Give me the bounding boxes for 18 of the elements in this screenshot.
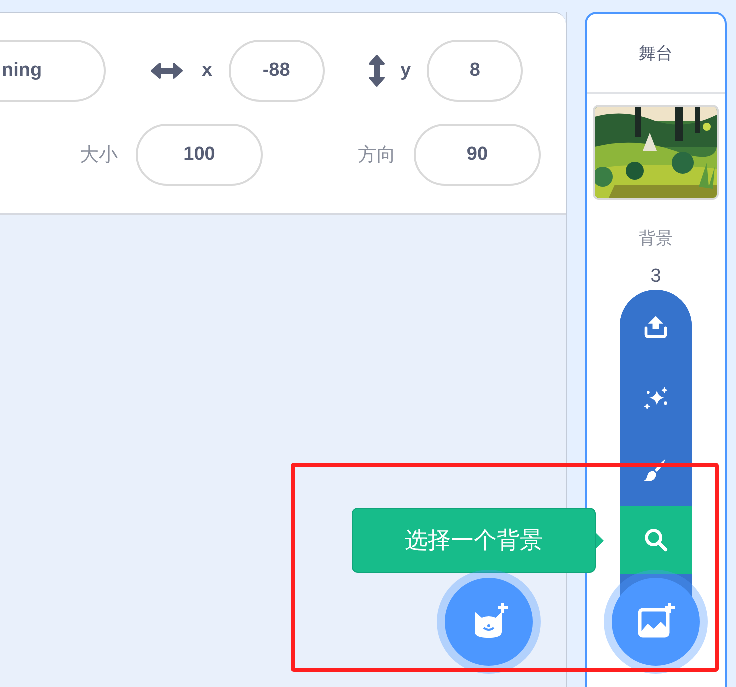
sparkles-icon [643,385,669,411]
axis-label: y [400,60,412,82]
y-field[interactable]: 8 [427,40,524,102]
x-field[interactable]: -88 [228,40,325,102]
menu-item[interactable] [620,506,692,574]
size-field[interactable]: 100 [136,124,263,186]
sprite-name-field[interactable]: ning [0,40,106,102]
size-label: 大小 [80,144,118,168]
stage-title: 舞台 [639,42,673,64]
backdrops-count: 3 [650,266,662,288]
search-icon [643,527,669,553]
direction-label: 方向 [358,144,396,168]
axis-label: x [202,60,213,82]
tooltip: 选择一个背景 [352,508,604,573]
backdrops-label: 背景 [639,228,673,250]
direction-field[interactable]: 90 [414,124,541,186]
vertical-arrow-icon [366,54,387,88]
horizontal-arrow-icon [150,61,184,81]
